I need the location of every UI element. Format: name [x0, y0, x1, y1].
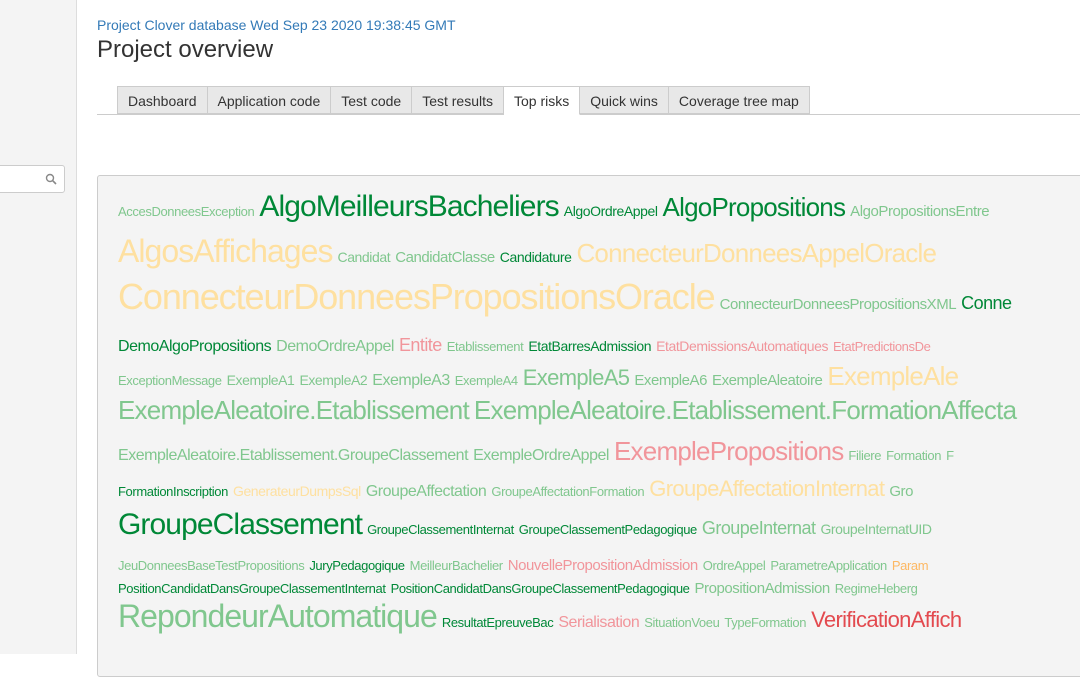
tag-cloud-row: AccesDonneesException AlgoMeilleursBachel… [118, 192, 994, 222]
tag-cloud-item[interactable]: Candidat [338, 250, 391, 264]
tag-cloud-item[interactable]: GenerateurDumpsSql [233, 484, 361, 498]
tag-cloud-item[interactable]: AlgoMeilleursBacheliers [259, 192, 559, 222]
tag-cloud-item[interactable]: GroupeClassementInternat [367, 523, 514, 536]
tag-cloud-item[interactable]: ExempleAleatoire [712, 373, 823, 388]
page-title: Project overview [97, 36, 274, 63]
tag-cloud-item[interactable]: ExempleA5 [523, 366, 630, 389]
tab-application-code[interactable]: Application code [207, 86, 332, 114]
tag-cloud-item[interactable]: ExempleOrdreAppel [473, 447, 609, 464]
tag-cloud-item[interactable]: GroupeClassement [118, 510, 363, 540]
tag-cloud-item[interactable]: ResultatEpreuveBac [442, 616, 554, 629]
tag-cloud-item[interactable]: RepondeurAutomatique [118, 600, 438, 632]
tag-cloud-item[interactable]: ExempleAleatoire.Etablissement [118, 397, 470, 423]
tag-cloud-item[interactable]: PropositionAdmission [695, 581, 831, 596]
tag-cloud-item[interactable]: Etablissement [447, 340, 524, 353]
tag-cloud-item[interactable]: ConnecteurDonneesPropositionsOracle [118, 278, 716, 315]
tag-cloud-row: AlgosAffichages Candidat CandidatClasse Can… [118, 235, 941, 267]
search-icon[interactable] [45, 173, 57, 185]
tag-cloud-row: ExempleAleatoire.Etablissement.GroupeCla… [118, 438, 959, 464]
tag-cloud-item[interactable]: SituationVoeu [644, 616, 720, 629]
tag-cloud-item[interactable]: EtatBarresAdmission [528, 339, 651, 353]
tag-cloud-item[interactable]: Conne [961, 294, 1012, 312]
tag-cloud-item[interactable]: ExempleA2 [299, 373, 367, 387]
tag-cloud-item[interactable]: RegimeHeberg [835, 582, 918, 595]
tag-cloud-row: JeuDonneesBaseTestPropositions JuryPedago… [118, 558, 933, 573]
tab-quick-wins[interactable]: Quick wins [580, 86, 669, 114]
tag-cloud-item[interactable]: VerificationAffich [811, 609, 962, 631]
tag-cloud-item[interactable]: Param [892, 559, 929, 572]
tag-cloud-row: RepondeurAutomatique ResultatEpreuveBac Se… [118, 600, 966, 632]
tag-cloud-item[interactable]: PositionCandidatDansGroupeClassementPeda… [391, 582, 690, 595]
tag-cloud-item[interactable]: EtatDemissionsAutomatiques [656, 339, 828, 353]
tag-cloud-item[interactable]: GroupeAffectationInternat [649, 478, 885, 500]
tab-test-code[interactable]: Test code [331, 86, 413, 114]
tag-cloud-item[interactable]: AlgosAffichages [118, 235, 333, 267]
tag-cloud-item[interactable]: NouvellePropositionAdmission [508, 558, 698, 573]
tag-cloud-item[interactable]: ExempleA4 [455, 374, 518, 387]
search-input[interactable] [0, 165, 65, 193]
tag-cloud-item[interactable]: ConnecteurDonneesPropositionsXML [720, 297, 957, 312]
tag-cloud-item[interactable]: ExempleAleatoire.Etablissement.GroupeCla… [118, 447, 469, 464]
tab-coverage-tree-map[interactable]: Coverage tree map [668, 86, 810, 114]
tag-cloud-row: ConnecteurDonneesPropositionsOracle Conne… [118, 278, 1017, 315]
tag-cloud-item[interactable]: ParametreApplication [770, 559, 887, 572]
tag-cloud-item[interactable]: Entite [399, 336, 442, 354]
project-database-link[interactable]: Project Clover database Wed Sep 23 2020 … [97, 17, 456, 33]
tag-cloud-item[interactable]: Serialisation [558, 615, 639, 631]
sidebar [0, 0, 77, 654]
tag-cloud-item[interactable]: Candidature [500, 250, 572, 264]
tag-cloud-row: PositionCandidatDansGroupeClassementInte… [118, 581, 923, 596]
tag-cloud-item[interactable]: TypeFormation [724, 616, 806, 629]
tag-cloud-item[interactable]: CandidatClasse [395, 250, 495, 265]
tag-cloud-item[interactable]: ExemplePropositions [614, 438, 844, 464]
tag-cloud-item[interactable]: JuryPedagogique [309, 559, 405, 572]
tag-cloud-item[interactable]: ConnecteurDonneesAppelOracle [576, 240, 937, 266]
tag-cloud-item[interactable]: AlgoOrdreAppel [564, 204, 658, 218]
top-risks-tag-cloud: AccesDonneesException AlgoMeilleursBachel… [97, 175, 1080, 677]
tag-cloud-item[interactable]: DemoOrdreAppel [276, 338, 394, 355]
tag-cloud-item[interactable]: ExempleAleatoire.Etablissement.Formation… [474, 397, 1017, 423]
tag-cloud-item[interactable]: Formation [886, 449, 941, 462]
tag-cloud-item[interactable]: PositionCandidatDansGroupeClassementInte… [118, 582, 386, 595]
tag-cloud-row: GroupeClassement GroupeClassementInternat… [118, 510, 937, 540]
tag-cloud-item[interactable]: DemoAlgoPropositions [118, 338, 272, 355]
tag-cloud-item[interactable]: GroupeInternat [702, 519, 816, 537]
tab-top-risks[interactable]: Top risks [504, 86, 581, 115]
tag-cloud-item[interactable]: ExempleA1 [227, 373, 295, 387]
tag-cloud-row: DemoAlgoPropositions DemoOrdreAppel Entite… [118, 336, 935, 355]
tab-dashboard[interactable]: Dashboard [117, 86, 208, 114]
tag-cloud-item[interactable]: GroupeAffectationFormation [491, 485, 644, 498]
tag-cloud-item[interactable]: GroupeAffectation [366, 484, 487, 500]
tag-cloud-item[interactable]: JeuDonneesBaseTestPropositions [118, 559, 305, 572]
tag-cloud-item[interactable]: AlgoPropositionsEntre [850, 204, 989, 219]
tag-cloud-item[interactable]: Filiere [848, 449, 881, 462]
tag-cloud-item[interactable]: MeilleurBachelier [410, 559, 503, 572]
tag-cloud-item[interactable]: ExempleAle [827, 363, 959, 389]
tag-cloud-item[interactable]: GroupeInternatUID [820, 522, 932, 536]
tag-cloud-item[interactable]: AlgoPropositions [663, 194, 846, 220]
tag-cloud-item[interactable]: ExempleA6 [634, 373, 707, 388]
tag-cloud-item[interactable]: F [946, 449, 954, 462]
tag-cloud-item[interactable]: OrdreAppel [703, 559, 766, 572]
tag-cloud-row: FormationInscription GenerateurDumpsSql Gr… [118, 478, 918, 500]
tag-cloud-item[interactable]: Gro [889, 484, 913, 499]
tag-cloud-item[interactable]: GroupeClassementPedagogique [519, 523, 697, 536]
tab-test-results[interactable]: Test results [412, 86, 504, 114]
tag-cloud-row: ExceptionMessage ExempleA1 ExempleA2 Exempl… [118, 363, 963, 389]
tag-cloud-row: ExempleAleatoire.Etablissement ExempleAle… [118, 397, 1021, 423]
tag-cloud-item[interactable]: EtatPredictionsDe [833, 340, 931, 353]
tag-cloud-item[interactable]: ExempleA3 [372, 372, 450, 389]
tag-cloud-item[interactable]: ExceptionMessage [118, 374, 222, 387]
tag-cloud-item[interactable]: AccesDonneesException [118, 205, 255, 218]
tab-bar: Dashboard Application code Test code Tes… [97, 86, 1080, 115]
tag-cloud-item[interactable]: FormationInscription [118, 485, 228, 498]
